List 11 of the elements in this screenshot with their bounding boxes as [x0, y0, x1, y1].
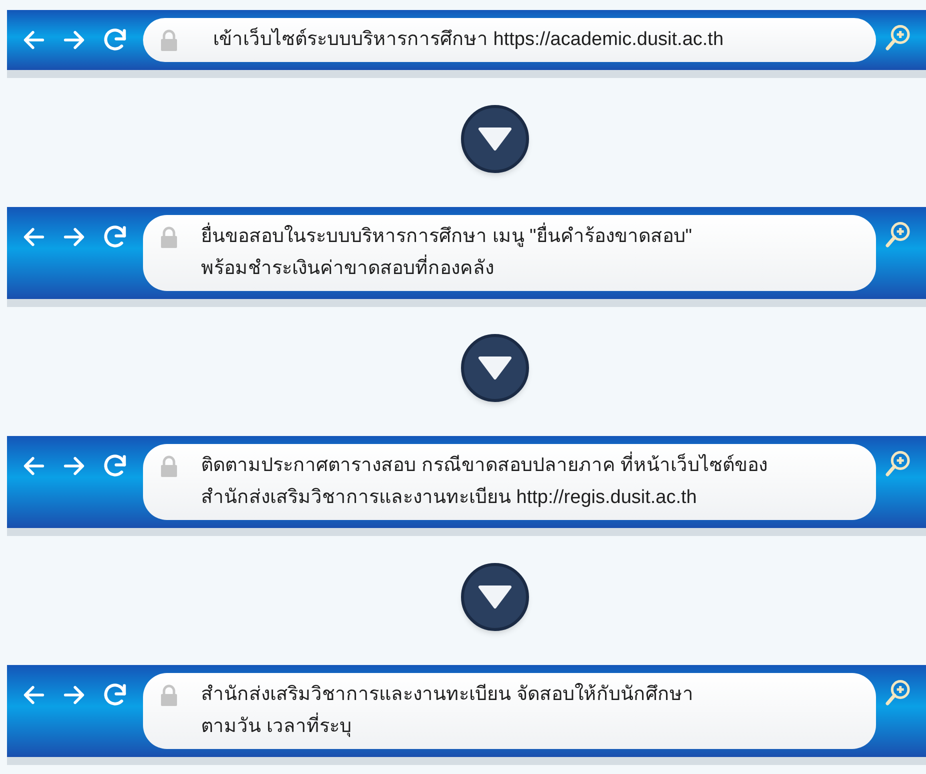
zoom-in-icon: [884, 450, 912, 478]
step-text: สำนักส่งเสริมวิชาการและงานทะเบียน จัดสอบให้กับนักศึกษา: [201, 682, 694, 707]
step-text: เข้าเว็บไซต์ระบบบริหารการศึกษา https://academic.dusit.ac.th: [213, 26, 724, 52]
step-text: สำนักส่งเสริมวิชาการและงานทะเบียน http://regis.dusit.ac.th: [201, 486, 698, 510]
zoom-in-icon: [884, 221, 912, 249]
zoom-in-icon: [884, 24, 912, 52]
step-text: ติดตามประกาศตารางสอบ กรณีขาดสอบปลายภาค ที่หน้าเว็บไซต์ของ: [201, 450, 768, 482]
step-text: พร้อมชำระเงินค่าขาดสอบที่กองคลัง: [201, 253, 692, 285]
step-text: ตามวัน เวลาที่ระบุ: [201, 711, 694, 743]
zoom-in-icon: [884, 679, 912, 707]
step-text: ยื่นขอสอบในระบบบริหารการศึกษา เมนู "ยื่นคำร้องขาดสอบ": [201, 221, 692, 253]
